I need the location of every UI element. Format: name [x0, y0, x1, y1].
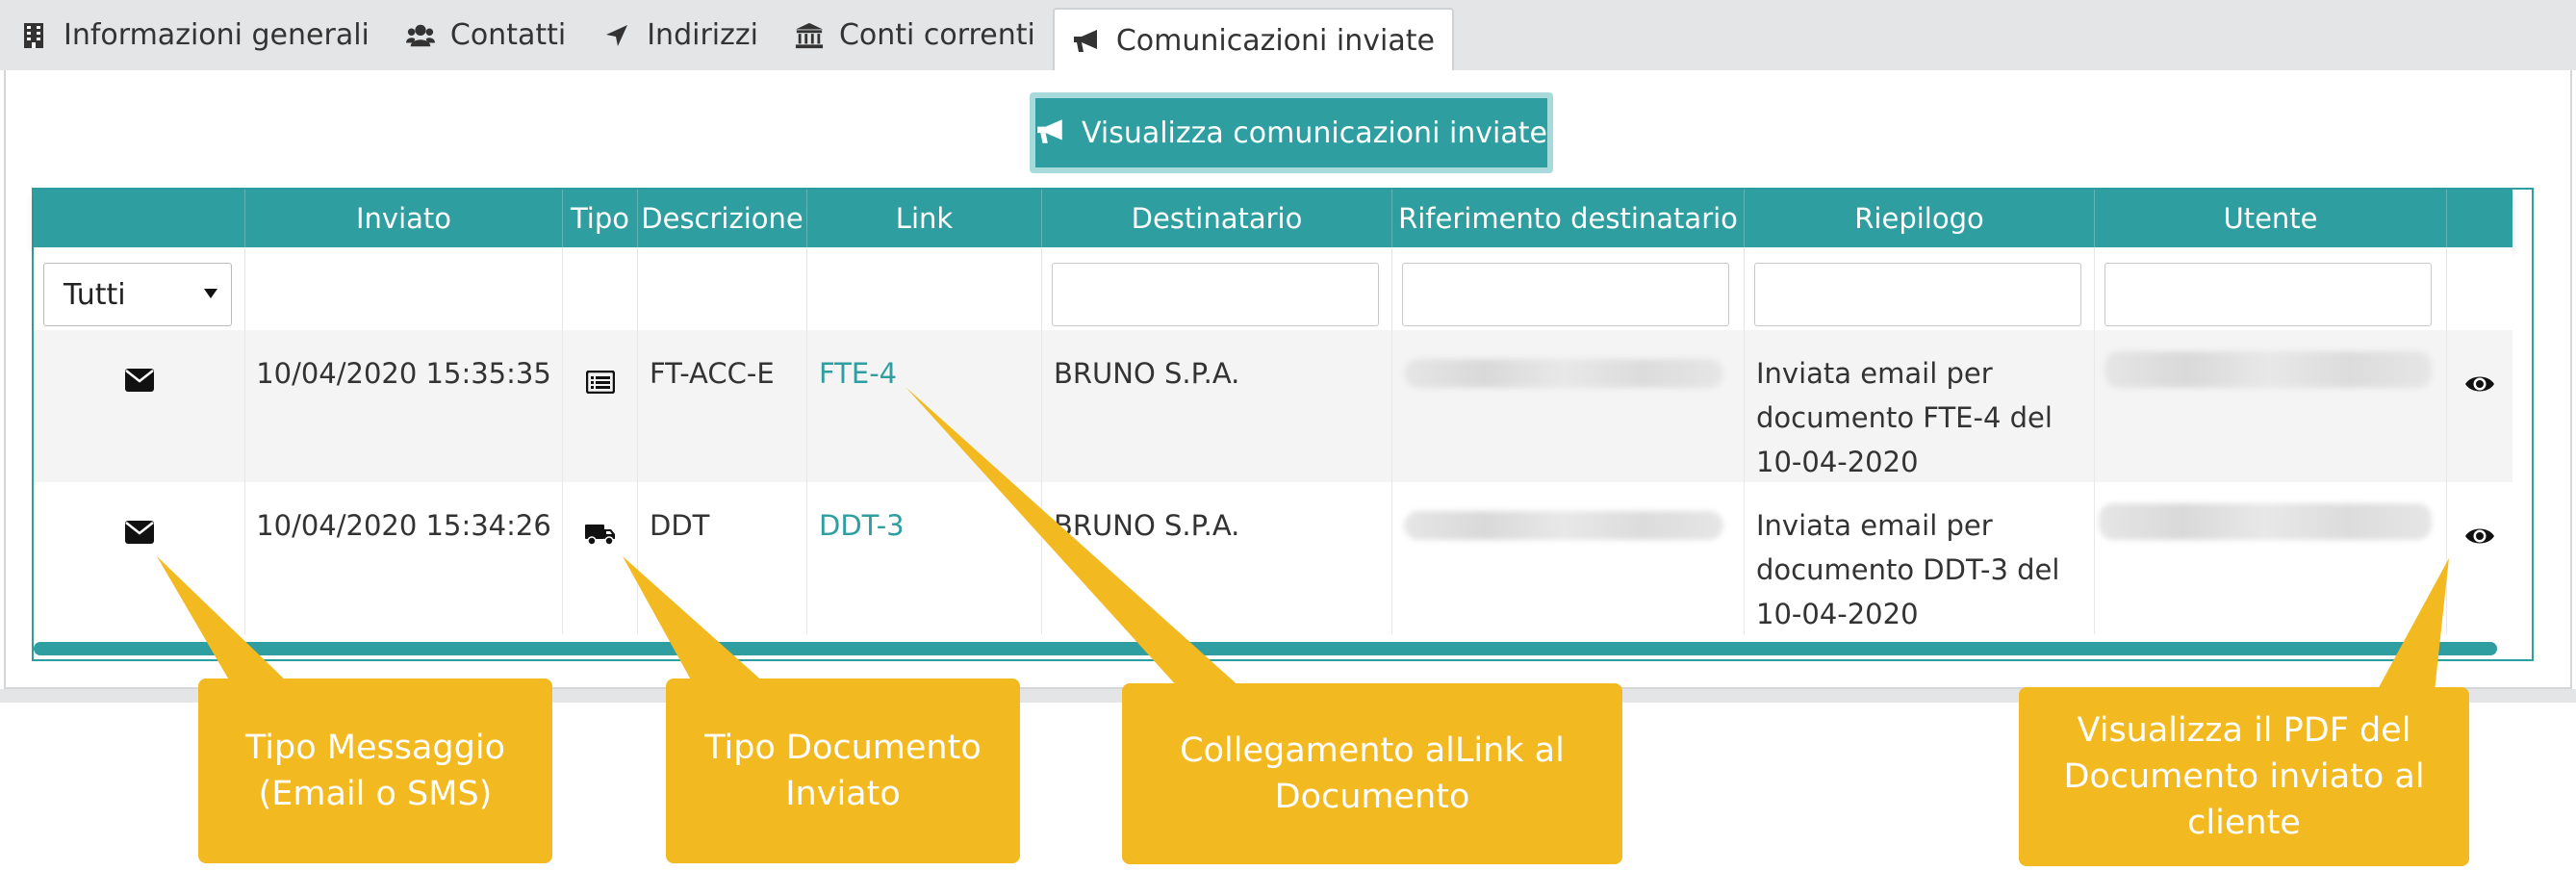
callout-visualizza-pdf: Visualizza il PDF del Documento inviato … — [2019, 687, 2469, 866]
callout-pointer — [905, 387, 1241, 688]
callout-tipo-messaggio: Tipo Messaggio (Email o SMS) — [198, 679, 552, 863]
callout-line: (Email o SMS) — [258, 775, 493, 813]
callout-line: cliente — [2187, 804, 2301, 842]
callout-line: Visualizza il PDF del — [2077, 711, 2411, 750]
callout-line: Tipo Documento — [704, 729, 982, 767]
callout-line: Documento inviato al — [2063, 757, 2425, 796]
callout-line: Tipo Messaggio — [244, 729, 505, 767]
callout-tipo-documento: Tipo Documento Inviato — [666, 679, 1020, 863]
callout-collegamento-link: Collegamento alLink al Documento — [1122, 683, 1622, 864]
callout-line: Inviato — [785, 775, 901, 813]
callout-line: Collegamento alLink al — [1180, 731, 1565, 770]
callout-pointer — [623, 556, 765, 683]
page: Informazioni generali Contatti Indirizzi… — [0, 0, 2576, 871]
callout-line: Documento — [1274, 778, 1470, 816]
callout-pointer — [2377, 558, 2449, 691]
callout-pointer — [157, 556, 289, 683]
